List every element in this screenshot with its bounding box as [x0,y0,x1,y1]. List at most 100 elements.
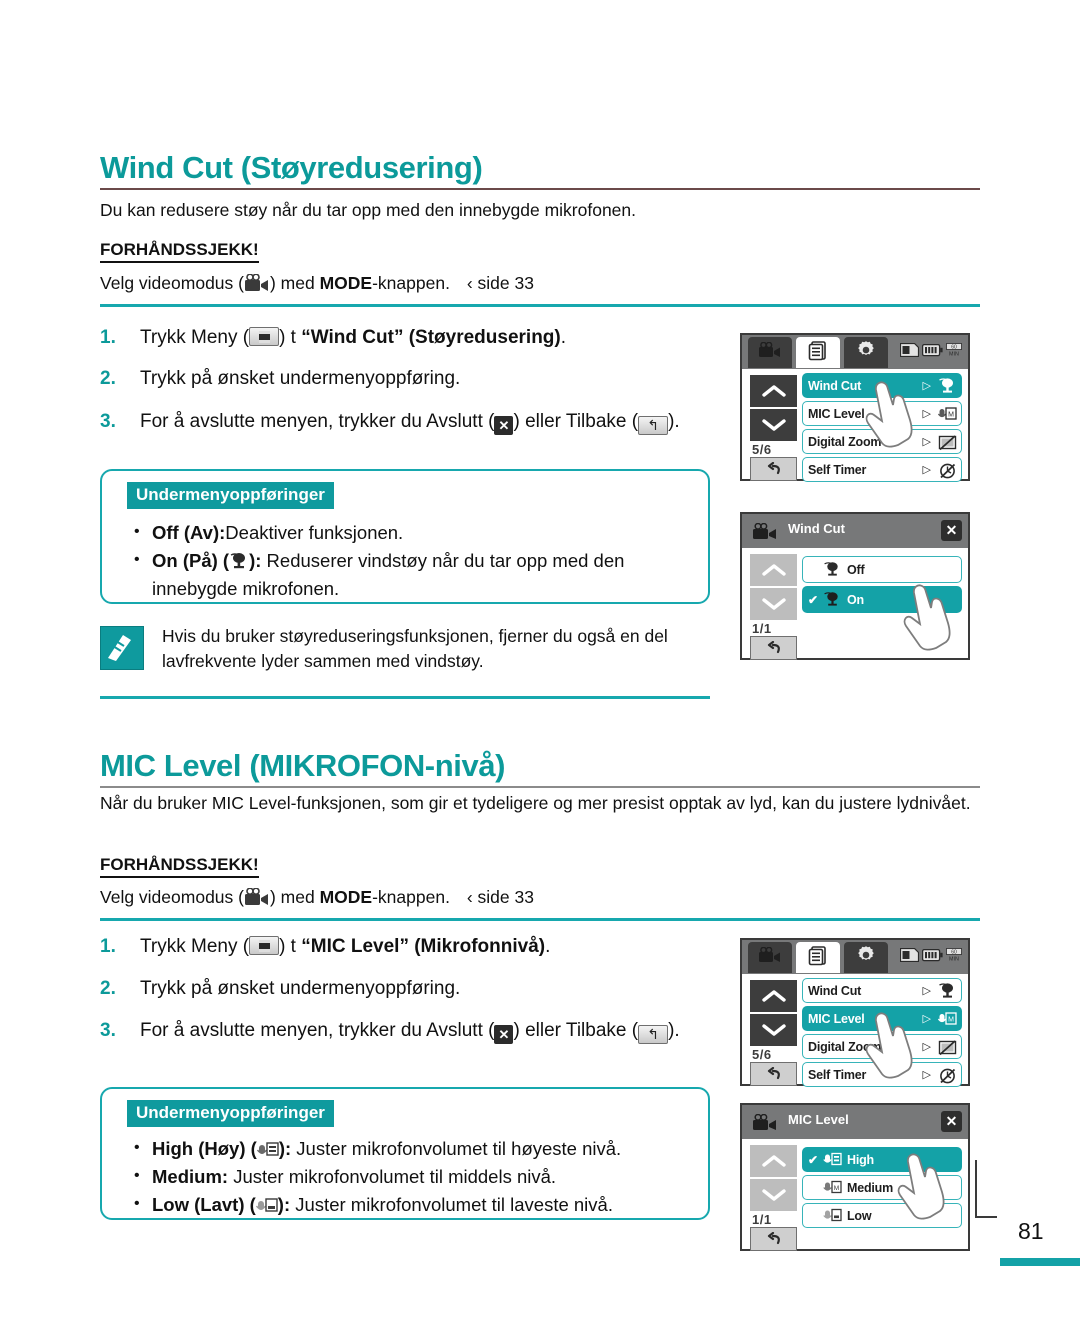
step-3-wind-cut: 3. For å avslutte menyen, trykker du Avs… [100,408,690,435]
checkmark-icon: ✔ [808,592,819,607]
manual-page: Wind Cut (Støyredusering) Du kan reduser… [0,0,1080,1328]
lcd-nav [750,1145,797,1213]
intro-text-mic-level: Når du bruker MIC Level-funksjonen, som … [100,793,971,813]
back-icon: ↰ [638,1025,669,1044]
scroll-down-button[interactable] [750,1179,797,1211]
lcd-title: Wind Cut [788,521,845,536]
back-button[interactable] [750,1062,797,1086]
precheck-rule [100,304,980,307]
submenu-arrow: ▷ [922,1069,931,1081]
note-pencil-icon [100,626,144,670]
step-number: 2. [100,368,116,389]
gear-icon [856,340,876,365]
tab-menu-pages[interactable] [796,337,840,368]
precheck-prefix: Velg videomodus ( [100,273,244,293]
submenu-item-text: Deaktiver funksjonen. [225,522,404,543]
battery-icon [921,948,943,967]
step-text-post: ). [668,1020,680,1041]
submenu-option-on[interactable]: ✔ On [802,586,962,613]
back-icon: ↰ [638,416,669,435]
submenu-option-label: Low [847,1208,872,1223]
wind-cut-off-icon [823,561,843,579]
menu-item-wind-cut[interactable]: Wind Cut ▷ [802,978,962,1003]
tab-camcorder[interactable] [748,337,792,368]
lcd-menu-items: Wind Cut ▷ MIC Level ▷ M Digital Zoom ▷ [802,978,962,1090]
scroll-down-button[interactable] [750,588,797,620]
submenu-option-off[interactable]: Off [802,556,962,583]
step-text-post: ). [668,411,680,432]
menu-item-digital-zoom[interactable]: Digital Zoom ▷ [802,429,962,454]
scroll-up-button[interactable] [750,554,797,586]
tab-settings[interactable] [844,337,888,368]
submenu-option-medium[interactable]: M Medium [802,1175,962,1200]
close-icon[interactable]: ✕ [941,520,962,541]
step-text: Trykk på ønsket undermenyoppføring. [140,978,461,999]
heading-rule [100,188,980,190]
page-indicator: 1/1 [752,621,772,636]
precheck-suffix: -knappen. [372,887,450,907]
svg-text:MIN: MIN [949,956,959,962]
menu-item-label: Wind Cut [808,983,862,998]
precheck-page-ref[interactable]: ‹ side 33 [467,887,534,907]
battery-icon [921,343,943,362]
submenu-item-bold-tail: ): [249,550,262,571]
step-text-mid: ) eller Tilbake ( [513,1020,639,1041]
camcorder-icon [758,946,782,969]
precheck-rule [100,918,980,921]
tab-menu-pages[interactable] [796,942,840,973]
step-text-pre: For å avslutte menyen, trykker du Avslut… [140,411,495,432]
lcd-nav [750,554,797,622]
menu-icon [249,327,280,346]
scroll-up-button[interactable] [750,1145,797,1177]
menu-item-mic-level[interactable]: MIC Level ▷ M [802,401,962,426]
lcd-nav [750,375,797,443]
submenu-option-high[interactable]: ✔ High [802,1147,962,1172]
menu-item-wind-cut[interactable]: Wind Cut ▷ [802,373,962,398]
submenu-arrow: ▷ [922,436,931,448]
svg-text:M: M [948,412,954,419]
submenu-item-bold: On (På) ( [152,550,230,571]
page-number: 81 [1018,1218,1044,1244]
step-number: 2. [100,978,116,999]
mic-medium-icon: M [823,1179,843,1197]
digital-zoom-off-icon [938,433,957,452]
menu-item-label: Digital Zoom [808,1039,882,1054]
submenu-tag: Undermenyoppføringer [127,482,334,509]
menu-item-mic-level[interactable]: MIC Level ▷ M [802,1006,962,1031]
close-icon[interactable]: ✕ [941,1111,962,1132]
step-text: For å avslutte menyen, trykker du Avslut… [140,408,690,435]
list-item: Low (Lavt) (): Juster mikrofonvolumet ti… [130,1190,705,1219]
lcd-status-icons: 60 MIN [899,342,962,362]
scroll-up-button[interactable] [750,375,797,407]
scroll-down-button[interactable] [750,1014,797,1046]
back-button[interactable] [750,457,797,481]
minutes-icon: 60 MIN [946,343,962,362]
menu-item-label: Self Timer [808,462,867,477]
back-button[interactable] [750,636,797,660]
menu-item-self-timer[interactable]: Self Timer ▷ [802,457,962,482]
heading-rule [100,786,980,788]
submenu-arrow: ▷ [922,985,931,997]
precheck-label-wind-cut: FORHÅNDSSJEKK! [100,240,259,263]
submenu-option-low[interactable]: Low [802,1203,962,1228]
scroll-up-button[interactable] [750,980,797,1012]
precheck-mode-bold: MODE [319,273,373,293]
menu-item-label: MIC Level [808,406,865,421]
lcd-menu-items: Wind Cut ▷ MIC Level ▷ M Digital Zoom ▷ [802,373,962,485]
menu-item-self-timer[interactable]: Self Timer ▷ [802,1062,962,1087]
page-title-wind-cut: Wind Cut (Støyredusering) [100,150,483,185]
menu-item-digital-zoom[interactable]: Digital Zoom ▷ [802,1034,962,1059]
menu-icon [249,936,280,955]
tab-camcorder[interactable] [748,942,792,973]
back-button[interactable] [750,1227,797,1251]
precheck-page-ref[interactable]: ‹ side 33 [467,273,534,293]
step-text: For å avslutte menyen, trykker du Avslut… [140,1017,690,1044]
menu-pages-icon [808,945,828,971]
tab-settings[interactable] [844,942,888,973]
submenu-box-mic-level: Undermenyoppføringer High (Høy) (): Just… [100,1087,710,1220]
page-title-mic-level: MIC Level (MIKROFON-nivå) [100,748,506,783]
camcorder-icon [752,1113,778,1137]
scroll-down-button[interactable] [750,409,797,441]
exit-icon: ✕ [494,416,514,435]
precheck-mid: ) med [269,887,320,907]
